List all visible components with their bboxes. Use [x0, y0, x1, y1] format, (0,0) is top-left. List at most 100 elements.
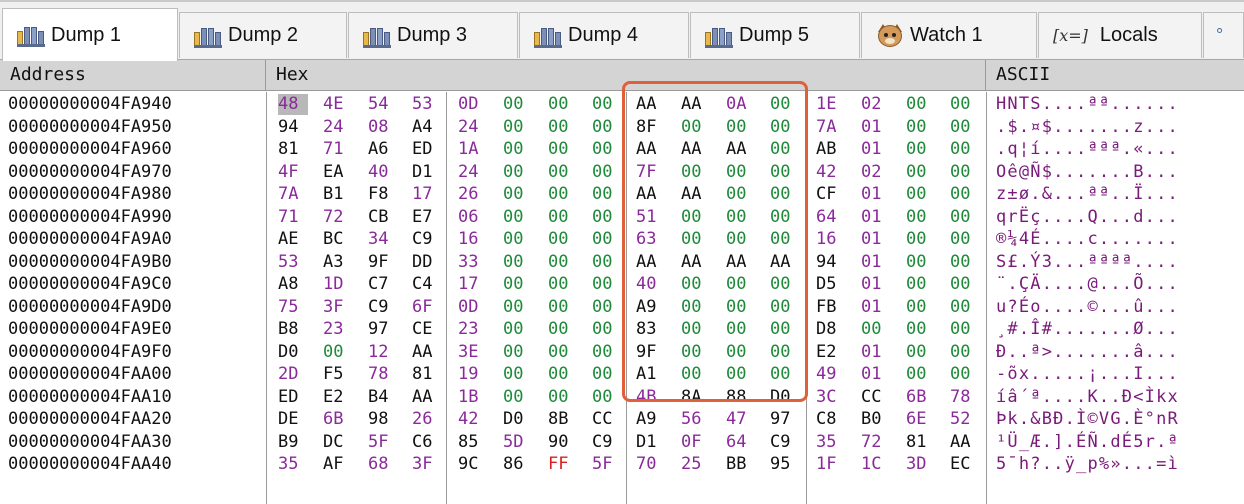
row-ascii[interactable]: Ð..ª>.......â... [996, 342, 1179, 363]
hex-byte[interactable]: 00 [681, 229, 711, 250]
hex-byte[interactable]: 86 [503, 454, 533, 475]
hex-byte[interactable]: CC [592, 409, 622, 430]
tab-watch-1[interactable]: Watch 1 [861, 12, 1037, 58]
hex-byte[interactable]: D0 [770, 387, 800, 408]
hex-byte[interactable]: 6B [323, 409, 353, 430]
hex-byte[interactable]: 90 [548, 432, 578, 453]
hex-byte[interactable]: 81 [906, 432, 936, 453]
hex-byte[interactable]: 00 [548, 162, 578, 183]
hex-byte[interactable]: 16 [816, 229, 846, 250]
hex-byte[interactable]: 0F [681, 432, 711, 453]
hex-byte[interactable]: 00 [950, 319, 980, 340]
hex-byte[interactable]: 00 [503, 297, 533, 318]
hex-byte[interactable]: 00 [906, 162, 936, 183]
hex-byte[interactable]: 75 [278, 297, 308, 318]
row-ascii[interactable]: z±ø.&...ªª..Ï... [996, 184, 1179, 205]
hex-byte[interactable]: 00 [503, 207, 533, 228]
hex-byte[interactable]: 00 [592, 252, 622, 273]
hex-row[interactable]: 00000000004FAA40 35 AF 68 3F 9C 86 FF 5F 70 25 BB 95… [0, 454, 1244, 475]
hex-byte[interactable]: AE [278, 229, 308, 250]
hex-byte[interactable]: 1A [458, 139, 488, 160]
hex-byte[interactable]: 4F [278, 162, 308, 183]
row-ascii[interactable]: HNTS....ªª...... [996, 94, 1179, 115]
hex-row[interactable]: 00000000004FA950 94 24 08 A4 24 00 00 00 8F 00 00 00… [0, 117, 1244, 138]
hex-byte[interactable]: 24 [323, 117, 353, 138]
hex-byte[interactable]: 00 [681, 162, 711, 183]
row-ascii[interactable]: qrËç....Q...d... [996, 207, 1179, 228]
hex-byte[interactable]: 00 [592, 297, 622, 318]
hex-byte[interactable]: 1C [861, 454, 891, 475]
hex-byte[interactable]: 42 [816, 162, 846, 183]
hex-byte[interactable]: 83 [636, 319, 666, 340]
hex-byte[interactable]: 00 [548, 319, 578, 340]
hex-byte[interactable]: AA [636, 139, 666, 160]
hex-byte[interactable]: 00 [906, 342, 936, 363]
tab-dump-5[interactable]: Dump 5 [690, 12, 860, 58]
hex-byte[interactable]: 9F [368, 252, 398, 273]
hex-byte[interactable]: 53 [412, 94, 442, 115]
hex-byte[interactable]: AA [726, 139, 756, 160]
row-ascii[interactable]: ¨.ÇÄ....@...Õ... [996, 274, 1179, 295]
hex-byte[interactable]: B0 [861, 409, 891, 430]
hex-row[interactable]: 00000000004FA9D0 75 3F C9 6F 0D 00 00 00 A9 00 00 00… [0, 297, 1244, 318]
hex-byte[interactable]: 00 [906, 94, 936, 115]
hex-byte[interactable]: FF [548, 454, 578, 475]
hex-byte[interactable]: 00 [950, 94, 980, 115]
hex-byte[interactable]: 9C [458, 454, 488, 475]
hex-byte[interactable]: 00 [906, 319, 936, 340]
hex-byte[interactable]: 00 [770, 342, 800, 363]
hex-byte[interactable]: 01 [861, 207, 891, 228]
hex-byte[interactable]: 0A [726, 94, 756, 115]
hex-byte[interactable]: 35 [278, 454, 308, 475]
hex-byte[interactable]: AA [726, 252, 756, 273]
hex-row[interactable]: 00000000004FA9E0 B8 23 97 CE 23 00 00 00 83 00 00 00… [0, 319, 1244, 340]
hex-byte[interactable]: E7 [412, 207, 442, 228]
hex-byte[interactable]: 81 [412, 364, 442, 385]
hex-byte[interactable]: 00 [770, 364, 800, 385]
hex-byte[interactable]: 48 [278, 94, 308, 115]
hex-byte[interactable]: A9 [636, 297, 666, 318]
hex-byte[interactable]: 94 [278, 117, 308, 138]
hex-byte[interactable]: 00 [770, 297, 800, 318]
hex-byte[interactable]: 23 [458, 319, 488, 340]
hex-row[interactable]: 00000000004FA9B0 53 A3 9F DD 33 00 00 00 AA AA AA AA… [0, 252, 1244, 273]
hex-byte[interactable]: 34 [368, 229, 398, 250]
hex-byte[interactable]: 26 [458, 184, 488, 205]
hex-byte[interactable]: 00 [906, 297, 936, 318]
hex-byte[interactable]: 00 [592, 364, 622, 385]
hex-byte[interactable]: 00 [548, 342, 578, 363]
hex-byte[interactable]: F8 [368, 184, 398, 205]
hex-byte[interactable]: 00 [906, 207, 936, 228]
row-ascii[interactable]: Þk.&BÐ.Ì©VG.È°nR [996, 409, 1179, 430]
hex-byte[interactable]: 00 [861, 319, 891, 340]
hex-byte[interactable]: EC [950, 454, 980, 475]
hex-byte[interactable]: 01 [861, 364, 891, 385]
hex-byte[interactable]: 00 [548, 139, 578, 160]
hex-byte[interactable]: E2 [323, 387, 353, 408]
hex-byte[interactable]: AA [412, 342, 442, 363]
hex-byte[interactable]: 00 [681, 342, 711, 363]
hex-byte[interactable]: CB [368, 207, 398, 228]
hex-byte[interactable]: 00 [770, 274, 800, 295]
hex-byte[interactable]: 00 [950, 342, 980, 363]
column-header-hex[interactable]: Hex [266, 60, 986, 90]
tab-dump-1[interactable]: Dump 1 [2, 8, 178, 61]
hex-byte[interactable]: 00 [770, 184, 800, 205]
hex-byte[interactable]: 00 [592, 319, 622, 340]
hex-byte[interactable]: 00 [906, 139, 936, 160]
hex-byte[interactable]: 25 [681, 454, 711, 475]
row-ascii[interactable]: u?Éo....©...û... [996, 297, 1179, 318]
hex-byte[interactable]: 01 [861, 274, 891, 295]
hex-byte[interactable]: 26 [412, 409, 442, 430]
hex-byte[interactable]: 40 [368, 162, 398, 183]
hex-byte[interactable]: 00 [950, 184, 980, 205]
hex-byte[interactable]: 00 [592, 162, 622, 183]
hex-byte[interactable]: E2 [816, 342, 846, 363]
hex-byte[interactable]: 00 [681, 319, 711, 340]
hex-byte[interactable]: 00 [726, 364, 756, 385]
hex-byte[interactable]: 2D [278, 364, 308, 385]
hex-byte[interactable]: 51 [636, 207, 666, 228]
hex-byte[interactable]: 42 [458, 409, 488, 430]
hex-byte[interactable]: 00 [503, 252, 533, 273]
hex-byte[interactable]: 00 [548, 229, 578, 250]
